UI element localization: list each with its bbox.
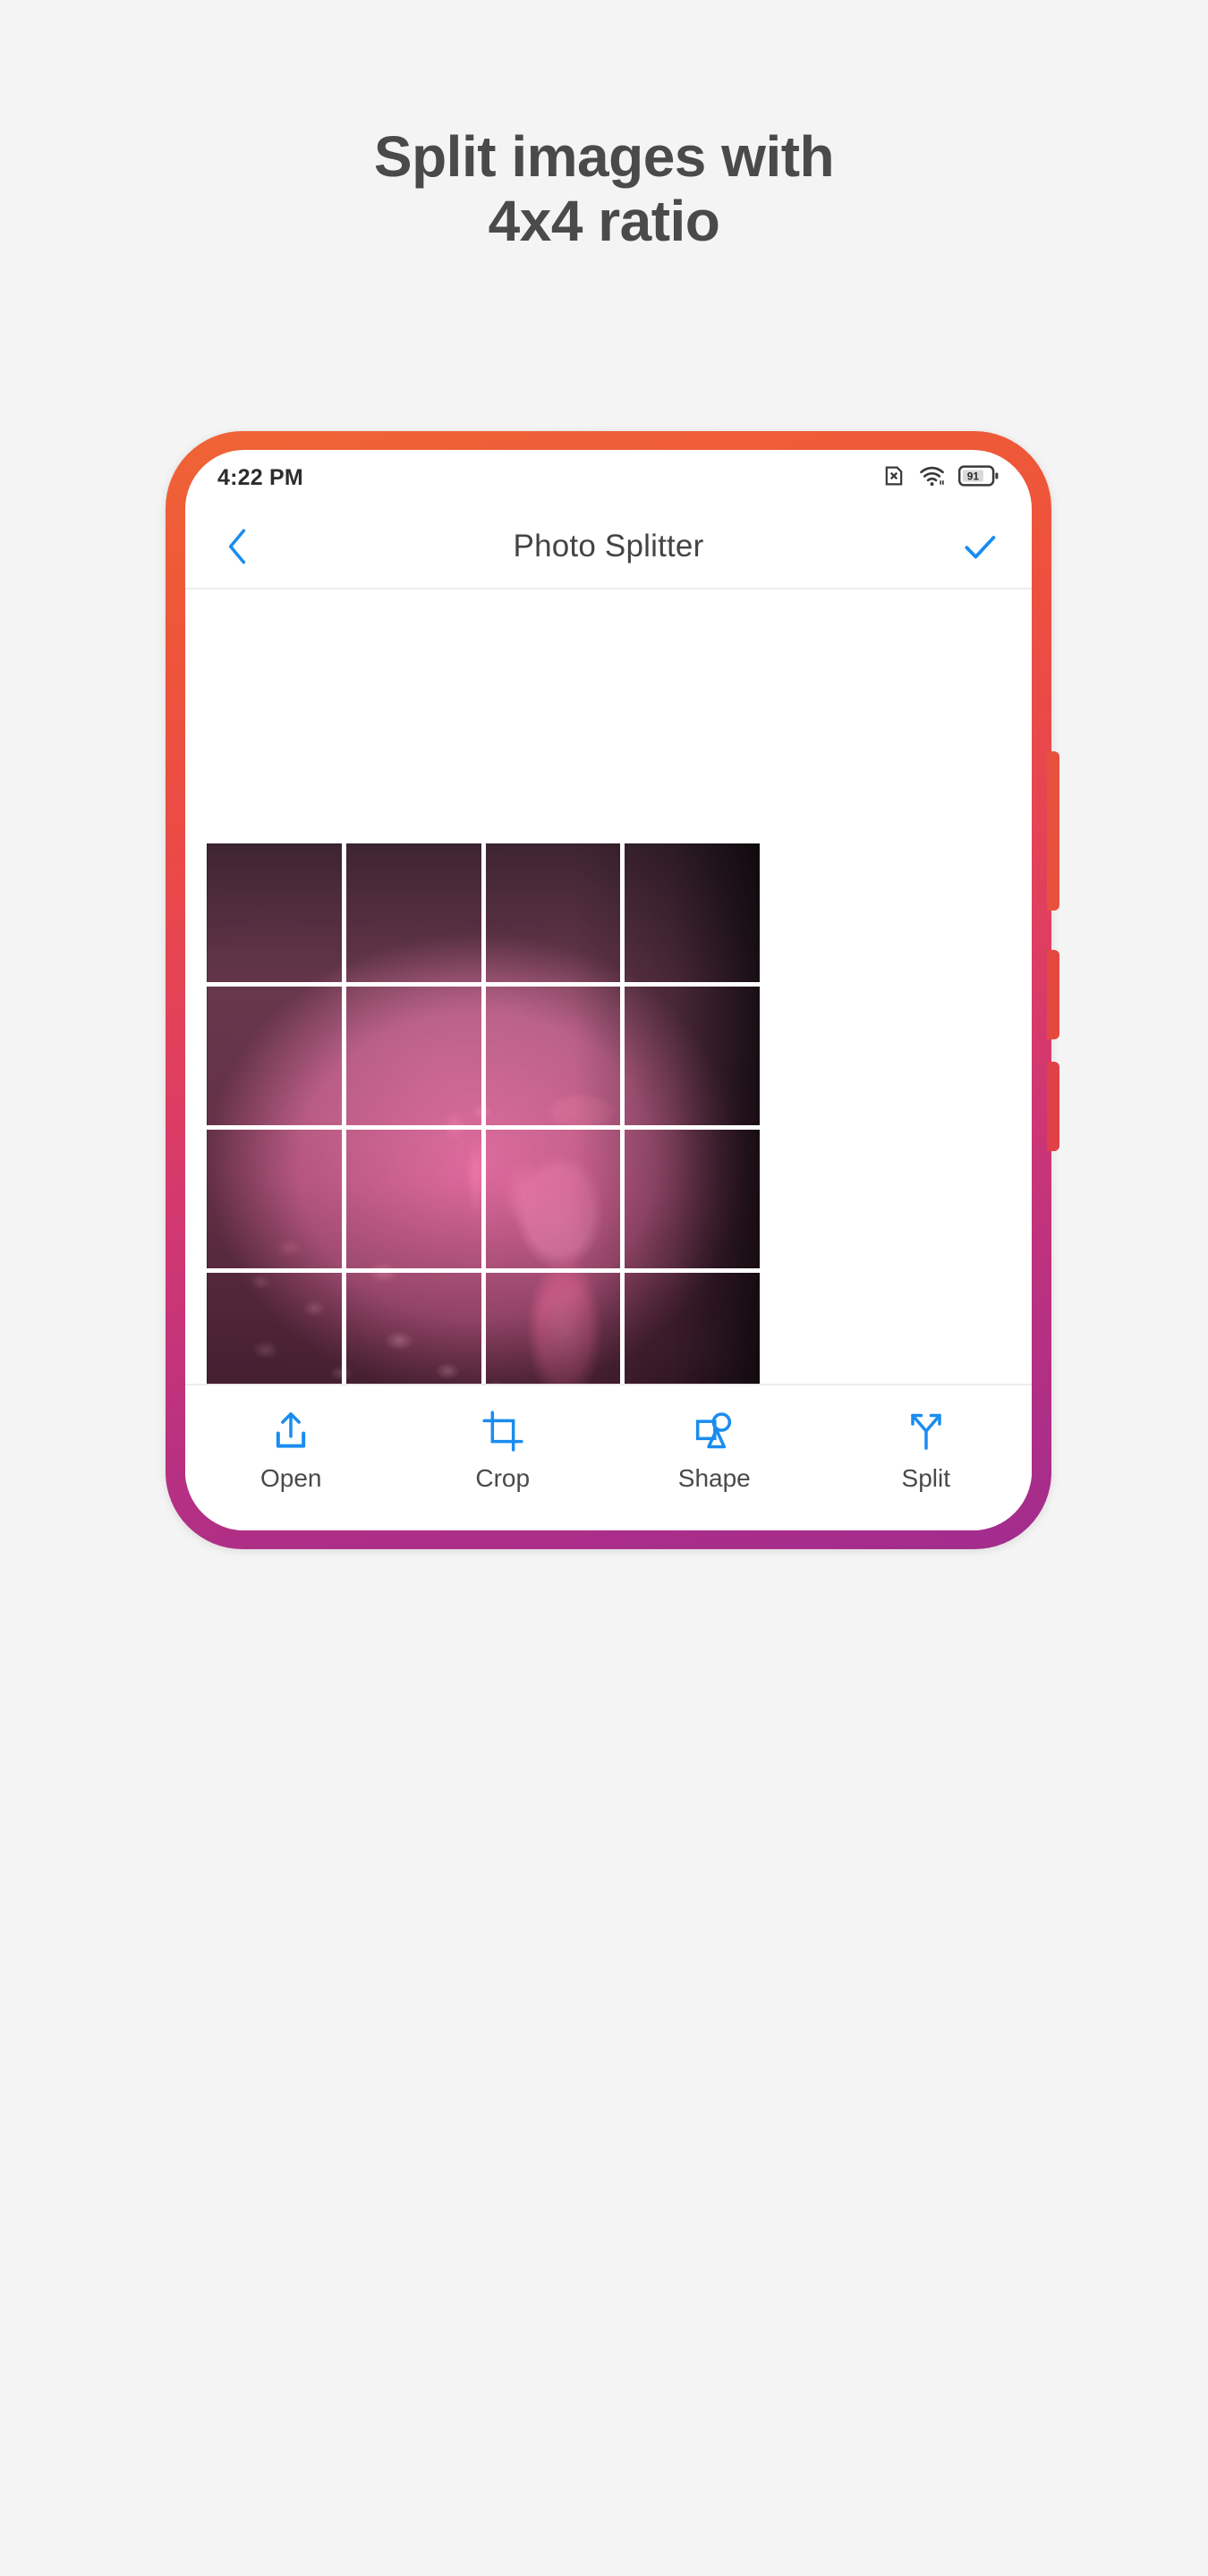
image-canvas[interactable] xyxy=(185,589,1032,1484)
page-title: Photo Splitter xyxy=(513,529,704,564)
grid-cell[interactable] xyxy=(485,1130,621,1268)
wifi-icon xyxy=(919,463,946,493)
toolbar-label-open: Open xyxy=(260,1464,322,1492)
headline-line-1: Split images with xyxy=(373,124,835,189)
bottom-toolbar: Open Crop Shape Split xyxy=(185,1384,1032,1530)
toolbar-item-crop[interactable]: Crop xyxy=(427,1409,579,1493)
phone-mockup: 4:22 PM 91 Photo Splitter Open Crop Shap… xyxy=(166,431,1059,1549)
toolbar-item-open[interactable]: Open xyxy=(215,1409,367,1493)
confirm-button[interactable] xyxy=(955,521,1005,572)
sim-card-x-icon xyxy=(881,463,906,493)
chevron-left-icon xyxy=(228,529,246,564)
grid-cell[interactable] xyxy=(207,843,342,982)
split-grid[interactable] xyxy=(207,843,760,1411)
grid-cell[interactable] xyxy=(207,1130,342,1268)
back-button[interactable] xyxy=(212,521,262,572)
shape-icon xyxy=(696,1412,732,1449)
grid-cell[interactable] xyxy=(625,843,760,982)
status-time: 4:22 PM xyxy=(217,464,303,490)
volume-down-button[interactable] xyxy=(1047,950,1059,1039)
split-icon xyxy=(911,1413,941,1450)
page-headline: Split images with 4x4 ratio xyxy=(0,124,1208,253)
toolbar-item-shape[interactable]: Shape xyxy=(638,1409,790,1493)
phone-screen: 4:22 PM 91 Photo Splitter Open Crop Shap… xyxy=(185,450,1032,1530)
battery-level-text: 91 xyxy=(967,470,980,482)
grid-cell[interactable] xyxy=(345,1130,481,1268)
toolbar-label-crop: Crop xyxy=(475,1464,531,1492)
status-bar: 4:22 PM 91 xyxy=(185,450,1032,505)
crop-icon xyxy=(482,1411,523,1452)
battery-icon: 91 xyxy=(957,464,1000,492)
app-bar: Photo Splitter xyxy=(185,505,1032,589)
grid-cell[interactable] xyxy=(625,987,760,1125)
status-icons: 91 xyxy=(881,463,1000,493)
check-icon xyxy=(965,536,996,559)
grid-cell[interactable] xyxy=(345,843,481,982)
grid-cell[interactable] xyxy=(485,987,621,1125)
upload-icon xyxy=(276,1412,306,1448)
toolbar-label-split: Split xyxy=(901,1464,950,1492)
toolbar-item-split[interactable]: Split xyxy=(850,1409,1002,1493)
headline-line-2: 4x4 ratio xyxy=(488,188,720,253)
grid-cell[interactable] xyxy=(485,843,621,982)
volume-up-button[interactable] xyxy=(1047,751,1059,911)
grid-cell[interactable] xyxy=(207,987,342,1125)
toolbar-label-shape: Shape xyxy=(677,1464,751,1492)
grid-cell[interactable] xyxy=(345,987,481,1125)
power-button[interactable] xyxy=(1047,1062,1059,1151)
grid-cell[interactable] xyxy=(625,1130,760,1268)
